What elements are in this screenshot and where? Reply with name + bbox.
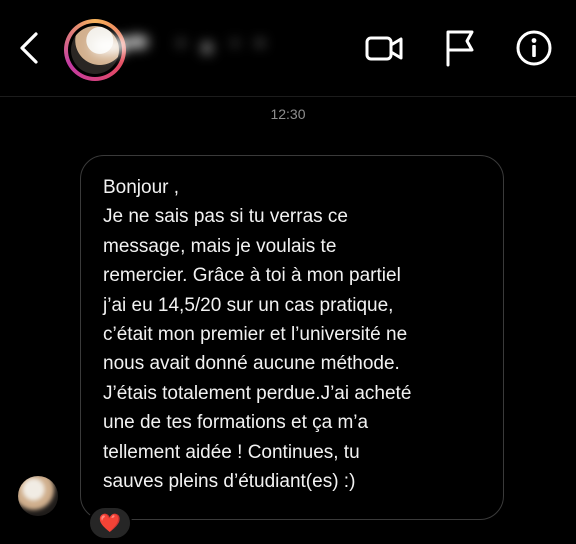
message-line: Bonjour , <box>103 177 180 198</box>
chevron-left-icon[interactable] <box>14 28 44 68</box>
message-line: j’ai eu 14,5/20 sur un cas pratique, <box>103 294 394 316</box>
message-line: c’était mon premier et l’université ne <box>103 324 408 346</box>
message-line: J’étais totalement perdue.J’ai acheté <box>103 382 412 404</box>
message-timestamp: 12:30 <box>270 106 306 122</box>
message-line: message, mais je voulais te <box>103 235 337 257</box>
message-line: Je ne sais pas si tu verras ce <box>103 206 348 228</box>
sender-avatar[interactable] <box>18 476 58 516</box>
video-camera-icon[interactable] <box>364 28 404 68</box>
message-line: nous avait donné aucune méthode. <box>103 353 400 375</box>
info-icon[interactable] <box>514 28 554 68</box>
heart-icon: ❤️ <box>98 513 122 533</box>
message-line: tellement aidée ! Continues, tu <box>103 441 360 463</box>
flag-icon[interactable] <box>440 28 480 68</box>
heart-reaction[interactable]: ❤️ <box>88 506 132 540</box>
chat-header <box>0 0 576 97</box>
message-line: sauves pleins d’étudiant(es) :) <box>103 471 356 493</box>
contact-name-redacted[interactable] <box>86 24 286 68</box>
message-bubble[interactable]: Bonjour , Je ne sais pas si tu verras ce… <box>80 155 504 520</box>
message-line: remercier. Grâce à toi à mon partiel <box>103 265 401 287</box>
message-line: une de tes formations et ça m’a <box>103 412 369 434</box>
